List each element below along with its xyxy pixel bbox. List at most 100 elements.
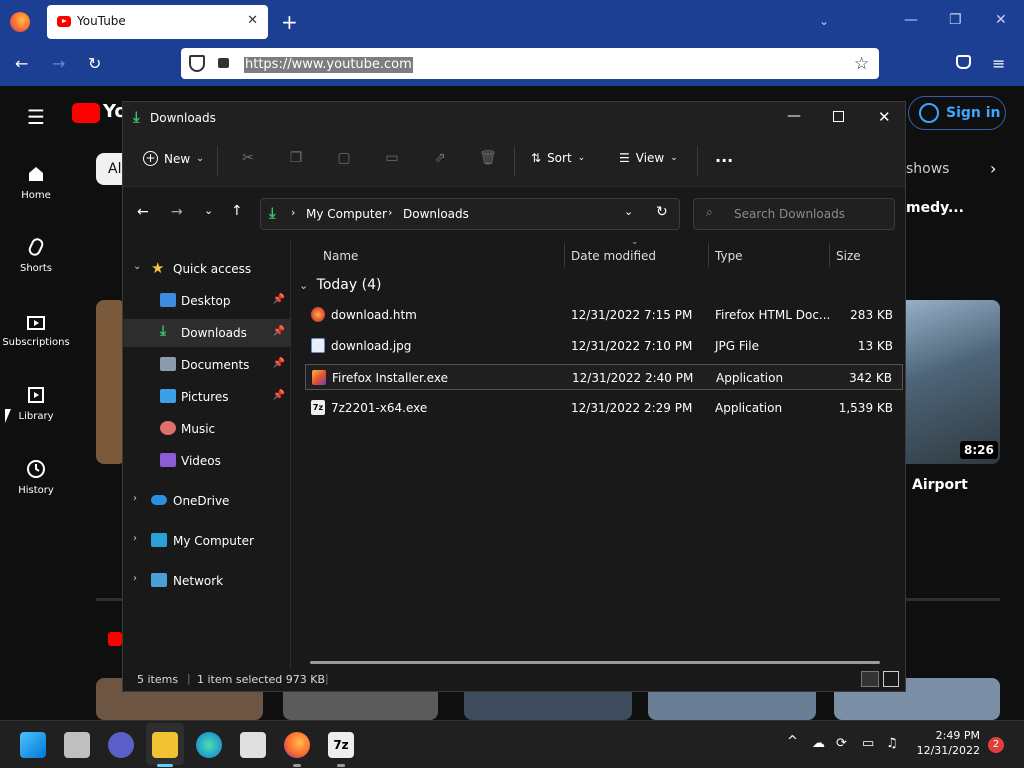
search-box[interactable]: ⌕ Search Downloads (693, 198, 895, 230)
sort-button[interactable]: ⇅ Sort ⌄ (531, 151, 585, 165)
column-name[interactable]: Name (323, 249, 358, 263)
hamburger-menu-icon[interactable]: ☰ (27, 105, 45, 129)
nav-desktop[interactable]: Desktop 📌 (123, 287, 291, 315)
volume-icon[interactable]: ♫ (886, 736, 898, 751)
chevron-right-icon[interactable]: › (133, 573, 137, 584)
forward-icon[interactable]: → (52, 54, 65, 73)
forward-icon[interactable]: → (171, 204, 183, 220)
minimize-icon[interactable]: — (904, 12, 918, 28)
menu-icon[interactable]: ≡ (992, 54, 1005, 73)
edge-icon[interactable] (196, 732, 222, 758)
list-tabs-icon[interactable]: ⌄ (819, 14, 829, 28)
breadcrumb-my-computer[interactable]: My Computer (306, 207, 387, 221)
file-row[interactable]: download.htm 12/31/2022 7:15 PM Firefox … (305, 302, 903, 328)
nav-pictures[interactable]: Pictures 📌 (123, 383, 291, 411)
file-explorer-icon[interactable] (152, 732, 178, 758)
chevron-down-icon[interactable]: ⌄ (133, 261, 141, 272)
chip-shows[interactable]: shows (906, 161, 949, 177)
share-icon[interactable]: ⇗ (431, 150, 449, 168)
nav-my-computer[interactable]: › My Computer (123, 527, 291, 555)
close-window-icon[interactable]: ✕ (995, 12, 1007, 28)
nav-downloads[interactable]: ⤓ Downloads 📌 (123, 319, 291, 347)
group-header-today[interactable]: ⌄ Today (4) (299, 277, 381, 293)
shield-icon[interactable] (189, 55, 205, 72)
view-button[interactable]: ☰ View ⌄ (619, 151, 678, 165)
clock[interactable]: 2:49 PM 12/31/2022 (906, 728, 980, 758)
divider (514, 146, 515, 176)
paste-icon[interactable]: ▢ (335, 150, 353, 168)
nav-network[interactable]: › Network (123, 567, 291, 595)
file-row-selected[interactable]: Firefox Installer.exe 12/31/2022 2:40 PM… (305, 364, 903, 390)
details-view-icon[interactable] (861, 671, 879, 687)
nav-documents[interactable]: Documents 📌 (123, 351, 291, 379)
pocket-icon[interactable] (956, 55, 971, 69)
column-type[interactable]: Type (715, 249, 743, 263)
chat-icon[interactable] (108, 732, 134, 758)
close-icon[interactable]: ✕ (878, 108, 891, 126)
show-hidden-icons-icon[interactable]: ^ (787, 734, 798, 749)
file-row[interactable]: 7z 7z2201-x64.exe 12/31/2022 2:29 PM App… (305, 395, 903, 421)
maximize-icon[interactable] (833, 111, 844, 122)
back-icon[interactable]: ← (15, 54, 28, 73)
file-row[interactable]: download.jpg 12/31/2022 7:10 PM JPG File… (305, 333, 903, 359)
cut-icon[interactable]: ✂ (239, 150, 257, 168)
restore-icon[interactable]: ❐ (949, 12, 962, 28)
divider: | (325, 672, 329, 685)
column-date-modified[interactable]: Date modified (571, 249, 656, 263)
rename-icon[interactable]: ▭ (383, 150, 401, 168)
file-name: 7z2201-x64.exe (331, 401, 428, 415)
breadcrumb-downloads[interactable]: Downloads (403, 207, 469, 221)
sync-icon[interactable]: ⟳ (836, 736, 847, 751)
refresh-icon[interactable]: ↻ (656, 204, 668, 220)
back-icon[interactable]: ← (137, 204, 149, 220)
divider[interactable] (829, 243, 830, 267)
task-view-icon[interactable] (64, 732, 90, 758)
video-title-airport[interactable]: Airport (912, 477, 968, 493)
sign-in-button[interactable]: Sign in (908, 96, 1006, 130)
up-icon[interactable]: ↑ (231, 203, 243, 219)
new-tab-button[interactable]: + (281, 10, 298, 34)
nav-videos[interactable]: Videos (123, 447, 291, 475)
chip-next-icon[interactable]: › (990, 159, 996, 178)
notification-badge[interactable]: 2 (988, 737, 1004, 753)
minimize-icon[interactable]: — (787, 108, 801, 124)
horizontal-scrollbar[interactable] (310, 661, 880, 664)
new-button[interactable]: + New ⌄ (143, 151, 204, 166)
firefox-menu-icon[interactable] (10, 12, 30, 32)
address-bar[interactable]: ⤓ › My Computer › Downloads ⌄ ↻ (260, 198, 680, 230)
nav-music[interactable]: Music (123, 415, 291, 443)
lock-icon[interactable] (218, 58, 229, 68)
tab-youtube[interactable]: YouTube ✕ (47, 5, 268, 39)
address-dropdown-icon[interactable]: ⌄ (624, 205, 633, 218)
reload-icon[interactable]: ↻ (88, 54, 101, 73)
divider: | (187, 672, 191, 685)
7zip-taskbar-icon[interactable]: 7z (328, 732, 354, 758)
nav-onedrive[interactable]: › OneDrive (123, 487, 291, 515)
column-size[interactable]: Size (836, 249, 861, 263)
file-date: 12/31/2022 2:29 PM (571, 401, 693, 415)
chevron-right-icon[interactable]: › (133, 493, 137, 504)
store-icon[interactable] (240, 732, 266, 758)
youtube-logo-icon[interactable] (72, 103, 100, 123)
onedrive-tray-icon[interactable]: ☁ (812, 736, 825, 751)
delete-icon[interactable]: 🗑 (479, 150, 497, 168)
url-text[interactable]: https://www.youtube.com (244, 57, 413, 73)
tiles-view-icon[interactable] (883, 671, 899, 687)
yt-sidebar-history[interactable]: History (0, 459, 72, 496)
divider[interactable] (564, 243, 565, 267)
firefox-icon[interactable] (284, 732, 310, 758)
video-title-fragment[interactable]: medy... (906, 200, 964, 216)
copy-icon[interactable]: ❐ (287, 150, 305, 168)
bookmark-star-icon[interactable]: ☆ (854, 54, 869, 74)
yt-sidebar-shorts[interactable]: Shorts (0, 237, 72, 274)
recent-locations-icon[interactable]: ⌄ (204, 204, 213, 217)
see-more-button[interactable]: ... (715, 147, 733, 166)
start-button[interactable] (20, 732, 46, 758)
divider[interactable] (708, 243, 709, 267)
network-tray-icon[interactable]: ▭ (862, 736, 874, 751)
nav-quick-access[interactable]: ⌄ ★ Quick access (123, 255, 291, 283)
yt-sidebar-subscriptions[interactable]: Subscriptions (0, 311, 72, 348)
yt-sidebar-home[interactable]: Home (0, 164, 72, 201)
close-tab-icon[interactable]: ✕ (247, 13, 258, 28)
chevron-right-icon[interactable]: › (133, 533, 137, 544)
